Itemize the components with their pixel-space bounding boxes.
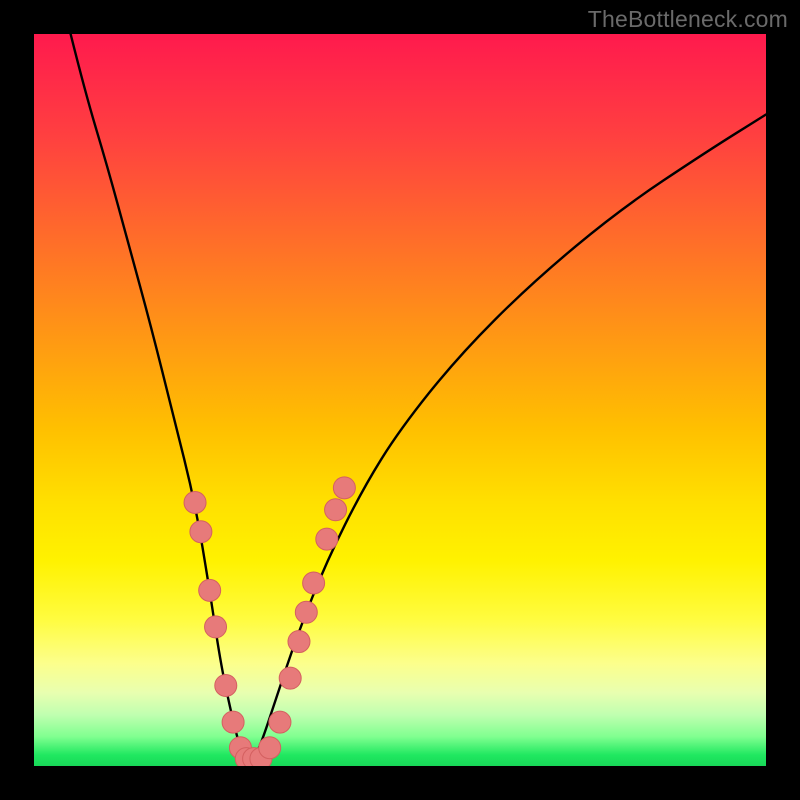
bottleneck-curve bbox=[71, 34, 766, 759]
marker-point bbox=[190, 521, 212, 543]
marker-point bbox=[205, 616, 227, 638]
marker-point bbox=[325, 499, 347, 521]
chart-svg bbox=[34, 34, 766, 766]
marker-point bbox=[303, 572, 325, 594]
marker-point bbox=[184, 491, 206, 513]
plot-area bbox=[34, 34, 766, 766]
marker-point bbox=[288, 631, 310, 653]
marker-point bbox=[222, 711, 244, 733]
marker-group bbox=[184, 477, 355, 766]
marker-point bbox=[316, 528, 338, 550]
marker-point bbox=[279, 667, 301, 689]
marker-point bbox=[215, 674, 237, 696]
marker-point bbox=[259, 737, 281, 759]
marker-point bbox=[295, 601, 317, 623]
marker-point bbox=[269, 711, 291, 733]
marker-point bbox=[199, 579, 221, 601]
chart-frame: TheBottleneck.com bbox=[0, 0, 800, 800]
marker-point bbox=[333, 477, 355, 499]
watermark-text: TheBottleneck.com bbox=[588, 6, 788, 33]
